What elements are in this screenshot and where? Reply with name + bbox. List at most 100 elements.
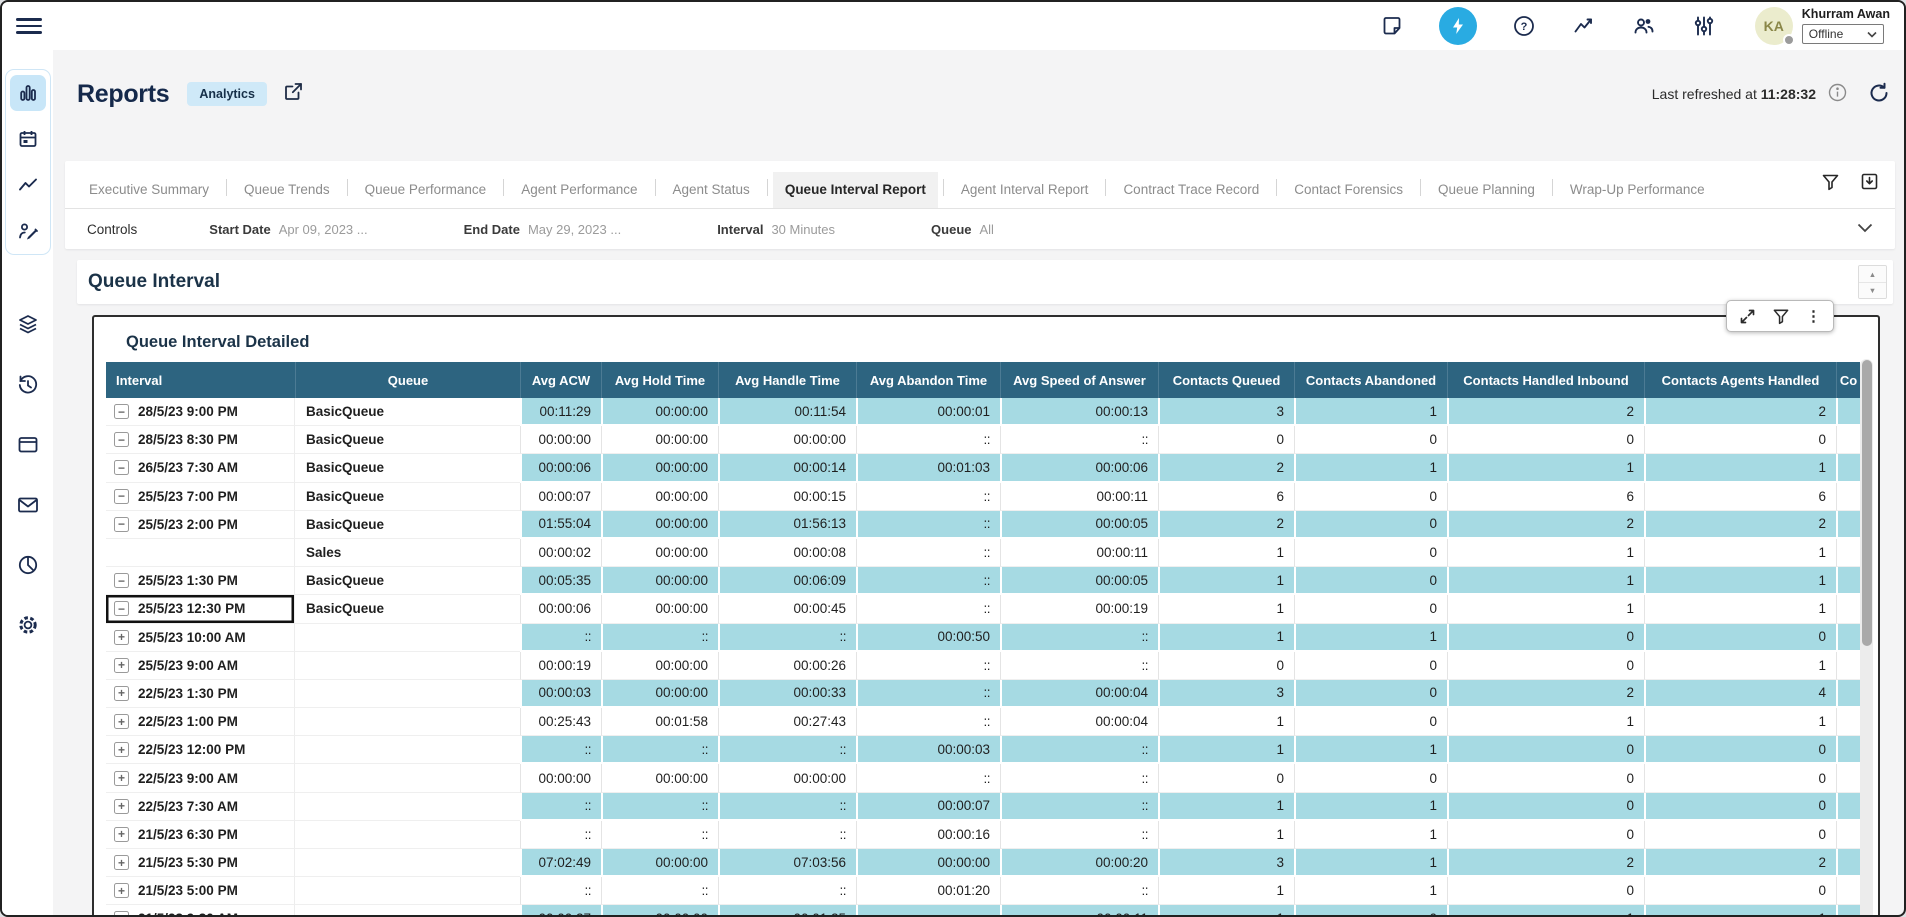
value-cell[interactable]: 0	[1644, 426, 1836, 454]
value-cell[interactable]: 00:00:16	[856, 821, 1000, 849]
value-cell[interactable]: 00:00:00	[601, 539, 718, 567]
value-cell[interactable]: 0	[1447, 764, 1644, 792]
value-cell[interactable]: 6	[1447, 483, 1644, 511]
value-cell[interactable]: 1	[1158, 624, 1294, 652]
value-cell[interactable]: 1	[1158, 793, 1294, 821]
sidebar-item-pie-chart[interactable]	[16, 553, 40, 577]
value-cell[interactable]: 1	[1447, 708, 1644, 736]
value-cell[interactable]: 4	[1644, 680, 1836, 708]
interval-cell[interactable]: −28/5/23 9:00 PM	[106, 398, 295, 426]
value-cell[interactable]: 1	[1158, 821, 1294, 849]
interval-cell[interactable]: +25/5/23 9:00 AM	[106, 652, 295, 680]
expand-icon[interactable]: +	[114, 883, 129, 898]
sidebar-item-window[interactable]	[16, 433, 40, 457]
value-cell[interactable]: 2	[1644, 511, 1836, 539]
value-cell[interactable]: ::	[1000, 426, 1158, 454]
chart-icon[interactable]	[1571, 13, 1597, 39]
queue-cell[interactable]	[295, 905, 520, 917]
value-cell[interactable]: 00:25:43	[520, 708, 601, 736]
value-cell[interactable]: ::	[856, 426, 1000, 454]
tab-contract-trace-record[interactable]: Contract Trace Record	[1111, 172, 1271, 208]
value-cell[interactable]: 00:00:00	[601, 905, 718, 917]
value-cell[interactable]: ::	[856, 511, 1000, 539]
queue-cell[interactable]	[295, 849, 520, 877]
sidebar-item-design[interactable]	[10, 213, 46, 249]
value-cell[interactable]: 00:00:14	[718, 454, 856, 482]
expand-icon[interactable]: +	[114, 686, 129, 701]
interval-cell[interactable]: −25/5/23 12:30 PM	[106, 595, 295, 623]
value-cell[interactable]: 00:27:43	[718, 708, 856, 736]
value-cell[interactable]: 00:00:13	[1000, 398, 1158, 426]
tab-queue-performance[interactable]: Queue Performance	[353, 172, 499, 208]
value-cell[interactable]: 1	[1158, 708, 1294, 736]
sidebar-item-bar-chart[interactable]	[10, 75, 46, 111]
queue-cell[interactable]	[295, 652, 520, 680]
value-cell[interactable]: 00:00:00	[601, 652, 718, 680]
value-cell[interactable]: 00:00:00	[601, 483, 718, 511]
value-cell[interactable]: 0	[1644, 793, 1836, 821]
interval-cell[interactable]: −28/5/23 8:30 PM	[106, 426, 295, 454]
status-select[interactable]: Offline	[1802, 24, 1884, 44]
value-cell[interactable]: 00:05:35	[520, 567, 601, 595]
value-cell[interactable]: 0	[1294, 426, 1447, 454]
value-cell[interactable]: 2	[1447, 398, 1644, 426]
expand-visual-icon[interactable]	[1739, 308, 1756, 325]
interval-cell[interactable]: +22/5/23 1:30 PM	[106, 680, 295, 708]
value-cell[interactable]: 1	[1294, 849, 1447, 877]
value-cell[interactable]: ::	[718, 736, 856, 764]
value-cell[interactable]: 1	[1644, 539, 1836, 567]
value-cell[interactable]: 0	[1644, 877, 1836, 905]
value-cell[interactable]: 3	[1158, 398, 1294, 426]
filter-icon[interactable]	[1772, 307, 1790, 325]
value-cell[interactable]: 1	[1294, 398, 1447, 426]
expand-icon[interactable]: +	[114, 714, 129, 729]
column-header-co[interactable]: Co	[1836, 362, 1860, 398]
value-cell[interactable]: 0	[1294, 595, 1447, 623]
value-cell[interactable]: 00:00:07	[520, 483, 601, 511]
value-cell[interactable]: 0	[1447, 426, 1644, 454]
value-cell[interactable]: 0	[1158, 764, 1294, 792]
value-cell[interactable]: 00:00:00	[520, 764, 601, 792]
expand-icon[interactable]: +	[114, 630, 129, 645]
value-cell[interactable]: 0	[1644, 736, 1836, 764]
value-cell[interactable]: ::	[718, 624, 856, 652]
value-cell[interactable]: ::	[856, 567, 1000, 595]
value-cell[interactable]: 2	[1644, 398, 1836, 426]
interval-cell[interactable]: −25/5/23 2:00 PM	[106, 511, 295, 539]
value-cell[interactable]: 1	[1644, 595, 1836, 623]
value-cell[interactable]: ::	[520, 624, 601, 652]
value-cell[interactable]: 1	[1294, 736, 1447, 764]
column-header-avg-hold-time[interactable]: Avg Hold Time	[601, 362, 718, 398]
value-cell[interactable]: 2	[1447, 849, 1644, 877]
value-cell[interactable]: 0	[1294, 567, 1447, 595]
value-cell[interactable]: 00:00:00	[718, 764, 856, 792]
queue-cell[interactable]: BasicQueue	[295, 595, 520, 623]
value-cell[interactable]: 2	[1447, 680, 1644, 708]
filter-icon[interactable]	[1821, 172, 1840, 196]
interval-cell[interactable]	[106, 539, 295, 567]
value-cell[interactable]: ::	[856, 905, 1000, 917]
value-cell[interactable]: 0	[1644, 624, 1836, 652]
collapse-icon[interactable]: −	[114, 517, 129, 532]
value-cell[interactable]: ::	[520, 793, 601, 821]
queue-cell[interactable]: BasicQueue	[295, 567, 520, 595]
value-cell[interactable]: 00:11:29	[520, 398, 601, 426]
value-cell[interactable]: 00:00:15	[718, 483, 856, 511]
value-cell[interactable]: 00:00:03	[856, 736, 1000, 764]
value-cell[interactable]: 1	[1294, 793, 1447, 821]
interval-cell[interactable]: +22/5/23 9:00 AM	[106, 764, 295, 792]
expand-icon[interactable]: +	[114, 799, 129, 814]
value-cell[interactable]: 00:00:00	[718, 426, 856, 454]
collapse-icon[interactable]: −	[114, 573, 129, 588]
queue-cell[interactable]	[295, 624, 520, 652]
queue-cell[interactable]: BasicQueue	[295, 511, 520, 539]
interval-cell[interactable]: +25/5/23 10:00 AM	[106, 624, 295, 652]
interval-cell[interactable]: −25/5/23 7:00 PM	[106, 483, 295, 511]
tab-wrap-up-performance[interactable]: Wrap-Up Performance	[1558, 172, 1717, 208]
interval-cell[interactable]: −26/5/23 7:30 AM	[106, 454, 295, 482]
value-cell[interactable]: 1	[1447, 567, 1644, 595]
value-cell[interactable]: 1	[1158, 905, 1294, 917]
column-header-contacts-agents-handled[interactable]: Contacts Agents Handled	[1644, 362, 1836, 398]
value-cell[interactable]: 00:00:11	[1000, 905, 1158, 917]
collapse-icon[interactable]: −	[114, 404, 129, 419]
